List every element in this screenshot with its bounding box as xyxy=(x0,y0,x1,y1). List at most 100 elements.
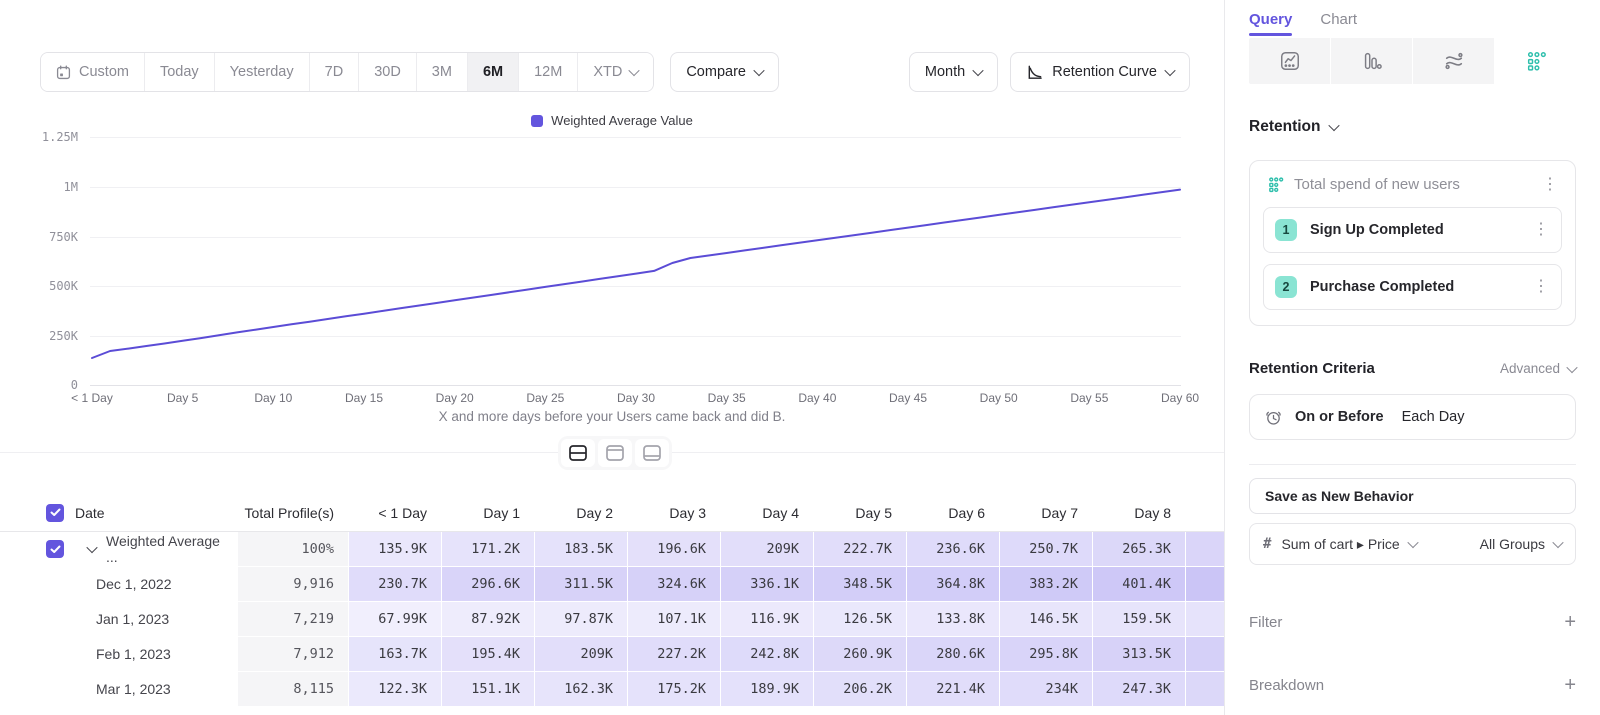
kebab-menu-icon[interactable]: ⋮ xyxy=(1531,279,1551,295)
retention-value-cell: 221.4K xyxy=(906,672,999,706)
retention-criteria-row: Retention Criteria Advanced xyxy=(1249,360,1576,377)
retention-section-dropdown[interactable]: Retention xyxy=(1249,118,1576,136)
kebab-menu-icon[interactable]: ⋮ xyxy=(1531,222,1551,238)
x-axis-tick: Day 20 xyxy=(436,391,474,405)
cut-value-cell xyxy=(1185,672,1224,706)
bar-chart-icon[interactable] xyxy=(1331,38,1413,84)
view-toggle-table-only[interactable] xyxy=(635,439,669,467)
row-label-cell: Mar 1, 2023 xyxy=(0,672,237,706)
view-toggle-group xyxy=(558,436,672,470)
retention-value-cell: 296.6K xyxy=(441,567,534,601)
add-filter-button[interactable]: + xyxy=(1564,612,1576,632)
total-profiles-cell: 100% xyxy=(237,532,348,566)
header-column: Day 4 xyxy=(720,494,813,531)
group-scope-dropdown[interactable]: All Groups xyxy=(1480,536,1562,552)
retention-value-cell: 222.7K xyxy=(813,532,906,566)
retention-icon[interactable] xyxy=(1495,38,1576,84)
table-row: Mar 1, 20238,115122.3K151.1K162.3K175.2K… xyxy=(0,672,1224,707)
retention-value-cell: 265.3K xyxy=(1092,532,1185,566)
group-scope-label: All Groups xyxy=(1480,536,1545,552)
x-axis-tick: Day 35 xyxy=(708,391,746,405)
chart-caption: X and more days before your Users came b… xyxy=(0,409,1224,424)
retention-value-cell: 189.9K xyxy=(720,672,813,706)
header-column: Day 5 xyxy=(813,494,906,531)
chevron-down-icon xyxy=(1329,120,1340,131)
retention-value-cell: 234K xyxy=(999,672,1092,706)
x-axis-tick: < 1 Day xyxy=(71,391,113,405)
retention-value-cell: 247.3K xyxy=(1092,672,1185,706)
retention-value-cell: 236.6K xyxy=(906,532,999,566)
breakdown-label: Breakdown xyxy=(1249,677,1564,694)
header-cut-column xyxy=(1185,494,1224,531)
x-axis-tick: Day 25 xyxy=(526,391,564,405)
step-label: Purchase Completed xyxy=(1310,279,1518,295)
retention-value-cell: 280.6K xyxy=(906,637,999,671)
retention-value-cell: 311.5K xyxy=(534,567,627,601)
view-toggle-chart-only[interactable] xyxy=(598,439,632,467)
row-checkbox[interactable] xyxy=(46,540,64,558)
tab-query[interactable]: Query xyxy=(1249,11,1292,36)
retention-value-cell: 163.7K xyxy=(348,637,441,671)
retention-value-cell: 336.1K xyxy=(720,567,813,601)
retention-value-cell: 227.2K xyxy=(627,637,720,671)
kebab-menu-icon[interactable]: ⋮ xyxy=(1540,177,1560,193)
x-axis-tick: Day 5 xyxy=(167,391,198,405)
measure-property-dropdown[interactable]: Sum of cart ▸ Price xyxy=(1281,536,1416,553)
retention-value-cell: 206.2K xyxy=(813,672,906,706)
header-column: Day 8 xyxy=(1092,494,1185,531)
sidebar-tabs: Query Chart xyxy=(1249,0,1576,36)
behavior-step-2[interactable]: 2 Purchase Completed ⋮ xyxy=(1263,264,1562,310)
behavior-step-1[interactable]: 1 Sign Up Completed ⋮ xyxy=(1263,207,1562,253)
flow-icon[interactable] xyxy=(1413,38,1495,84)
timing-condition[interactable]: On or Before xyxy=(1295,409,1384,425)
retention-value-cell: 324.6K xyxy=(627,567,720,601)
view-toggle-split[interactable] xyxy=(561,439,595,467)
criteria-mode-dropdown[interactable]: Advanced xyxy=(1500,361,1576,376)
divider xyxy=(1249,464,1576,465)
timing-card[interactable]: On or Before Each Day xyxy=(1249,394,1576,440)
retention-value-cell: 183.5K xyxy=(534,532,627,566)
add-breakdown-button[interactable]: + xyxy=(1564,675,1576,695)
header-label: Date xyxy=(75,505,105,521)
retention-value-cell: 250.7K xyxy=(999,532,1092,566)
x-axis-tick: Day 40 xyxy=(798,391,836,405)
select-all-checkbox[interactable] xyxy=(46,504,64,522)
total-profiles-cell: 7,912 xyxy=(237,637,348,671)
save-as-new-behavior-button[interactable]: Save as New Behavior xyxy=(1249,478,1576,514)
timing-unit[interactable]: Each Day xyxy=(1402,409,1465,425)
retention-value-cell: 383.2K xyxy=(999,567,1092,601)
tab-chart[interactable]: Chart xyxy=(1320,11,1357,36)
expand-chevron-icon[interactable] xyxy=(86,542,97,553)
retention-value-cell: 196.6K xyxy=(627,532,720,566)
header-column: Day 2 xyxy=(534,494,627,531)
row-label: Dec 1, 2022 xyxy=(96,576,172,592)
step-number-badge: 1 xyxy=(1275,219,1297,241)
retention-value-cell: 242.8K xyxy=(720,637,813,671)
retention-value-cell: 162.3K xyxy=(534,672,627,706)
x-axis-tick: Day 10 xyxy=(254,391,292,405)
x-axis-tick: Day 30 xyxy=(617,391,655,405)
number-type-icon: # xyxy=(1263,536,1271,552)
retention-value-cell: 97.87K xyxy=(534,602,627,636)
retention-line-chart[interactable] xyxy=(0,0,1224,430)
retention-section-label: Retention xyxy=(1249,118,1320,136)
x-axis-tick: Day 45 xyxy=(889,391,927,405)
retention-value-cell: 401.4K xyxy=(1092,567,1185,601)
table-row: Feb 1, 20237,912163.7K195.4K209K227.2K24… xyxy=(0,637,1224,672)
retention-value-cell: 159.5K xyxy=(1092,602,1185,636)
row-label-cell: Feb 1, 2023 xyxy=(0,637,237,671)
retention-value-cell: 209K xyxy=(534,637,627,671)
insights-icon[interactable] xyxy=(1249,38,1331,84)
retention-report-app: CustomTodayYesterday7D30D3M6M12MXTD Comp… xyxy=(0,0,1600,715)
retention-value-cell: 230.7K xyxy=(348,567,441,601)
row-label-cell: Dec 1, 2022 xyxy=(0,567,237,601)
header-column: Day 3 xyxy=(627,494,720,531)
retention-value-cell: 116.9K xyxy=(720,602,813,636)
retention-value-cell: 151.1K xyxy=(441,672,534,706)
table-row: Jan 1, 20237,21967.99K87.92K97.87K107.1K… xyxy=(0,602,1224,637)
behavior-title: Total spend of new users xyxy=(1294,176,1530,193)
retention-value-cell: 67.99K xyxy=(348,602,441,636)
retention-value-cell: 209K xyxy=(720,532,813,566)
row-label: Jan 1, 2023 xyxy=(96,611,169,627)
x-axis-tick: Day 50 xyxy=(980,391,1018,405)
